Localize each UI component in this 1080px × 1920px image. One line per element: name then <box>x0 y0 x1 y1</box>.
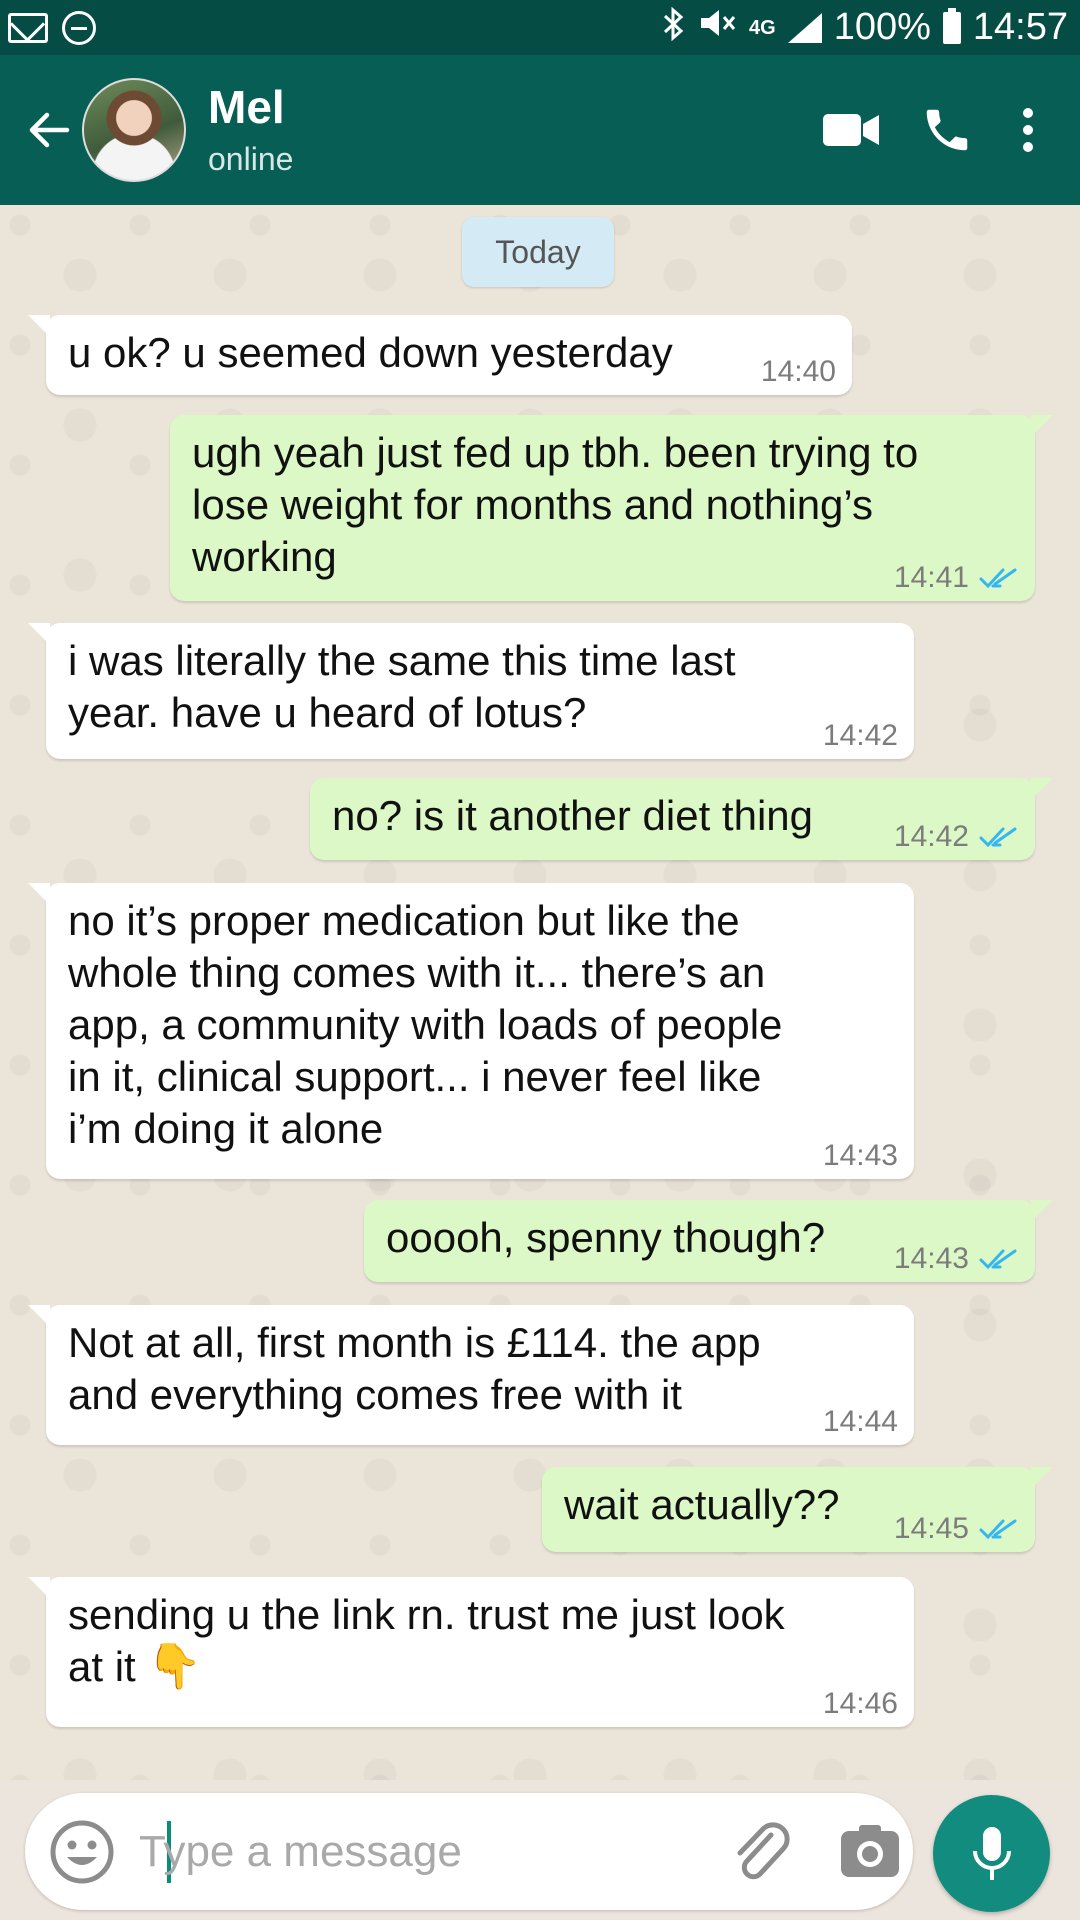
message-meta: 14:46 <box>823 1689 898 1719</box>
voice-call-button[interactable] <box>902 85 992 175</box>
message-outgoing[interactable]: ugh yeah just fed up tbh. been trying to… <box>170 415 1053 601</box>
signal-icon <box>787 12 822 43</box>
message-time: 14:43 <box>822 1139 898 1172</box>
message-incoming[interactable]: u ok? u seemed down yesterday 14:40 <box>28 315 852 395</box>
avatar[interactable] <box>82 78 186 182</box>
message-meta: 14:42 <box>823 721 898 751</box>
message-time: 14:40 <box>760 355 836 388</box>
message-text: i was literally the same this time last … <box>68 637 736 736</box>
message-incoming[interactable]: no it’s proper medication but like the w… <box>28 883 914 1179</box>
message-meta: 14:42 <box>894 822 1019 852</box>
message-outgoing[interactable]: no? is it another diet thing 14:42 <box>310 778 1053 860</box>
video-call-icon <box>823 114 879 146</box>
chat-area[interactable]: Today u ok? u seemed down yesterday 14:4… <box>0 205 1080 1780</box>
message-time: 14:44 <box>822 1405 898 1438</box>
message-time: 14:45 <box>893 1512 969 1545</box>
back-arrow-icon <box>29 112 70 148</box>
message-meta: 14:43 <box>894 1244 1019 1274</box>
battery-icon <box>942 7 961 44</box>
phone-icon <box>926 109 968 151</box>
double-tick-read-icon <box>979 827 1017 848</box>
battery-percent: 100% <box>833 6 931 48</box>
network-type: 4G <box>749 16 776 39</box>
status-bar: 4G 100% 14:57 <box>0 0 1080 55</box>
voice-message-button[interactable] <box>933 1795 1050 1912</box>
message-text: ugh yeah just fed up tbh. been trying to… <box>192 429 919 580</box>
double-tick-read-icon <box>979 1519 1017 1540</box>
mail-icon <box>8 12 48 43</box>
camera-icon[interactable] <box>837 1819 903 1885</box>
do-not-disturb-icon <box>62 10 96 45</box>
message-meta: 14:44 <box>823 1407 898 1437</box>
message-text: u ok? u seemed down yesterday <box>68 329 673 376</box>
more-options-button[interactable] <box>998 85 1058 175</box>
attach-icon[interactable] <box>725 1817 797 1889</box>
chat-header: Mel online <box>0 55 1080 205</box>
pointing-down-emoji: 👇 <box>147 1642 203 1691</box>
contact-name: Mel <box>208 81 285 134</box>
message-outgoing[interactable]: ooooh, spenny though? 14:43 <box>364 1200 1053 1282</box>
back-button[interactable] <box>14 95 84 165</box>
message-text: ooooh, spenny though? <box>386 1214 826 1261</box>
contact-status: online <box>208 140 294 177</box>
message-input[interactable] <box>139 1819 699 1885</box>
mic-icon <box>972 1826 1011 1880</box>
message-incoming[interactable]: Not at all, first month is £114. the app… <box>28 1305 914 1445</box>
double-tick-read-icon <box>979 568 1017 589</box>
message-meta: 14:45 <box>894 1514 1019 1544</box>
message-text: sending u the link rn. trust me just loo… <box>68 1589 785 1693</box>
message-text: Not at all, first month is £114. the app… <box>68 1319 761 1418</box>
emoji-icon[interactable] <box>47 1817 117 1887</box>
more-vert-icon <box>1023 108 1033 152</box>
message-meta: 14:43 <box>823 1141 898 1171</box>
video-call-button[interactable] <box>806 85 896 175</box>
message-meta: 14:41 <box>894 563 1019 593</box>
mute-icon <box>697 6 737 50</box>
contact-info[interactable]: Mel online <box>208 82 806 178</box>
message-incoming[interactable]: sending u the link rn. trust me just loo… <box>28 1577 914 1727</box>
status-bar-right: 4G 100% 14:57 <box>661 6 1068 50</box>
message-composer <box>25 1793 913 1910</box>
message-outgoing[interactable]: wait actually?? 14:45 <box>542 1467 1053 1552</box>
status-bar-left <box>8 10 96 45</box>
message-time: 14:41 <box>893 561 969 594</box>
message-time: 14:42 <box>822 719 898 752</box>
message-text: no it’s proper medication but like the w… <box>68 897 783 1152</box>
message-time: 14:43 <box>893 1242 969 1275</box>
message-meta: 14:40 <box>761 357 836 387</box>
date-divider: Today <box>462 217 614 287</box>
bluetooth-icon <box>661 6 685 49</box>
message-time: 14:42 <box>893 820 969 853</box>
message-text: wait actually?? <box>564 1481 840 1528</box>
message-text: no? is it another diet thing <box>332 792 813 839</box>
message-time: 14:46 <box>822 1687 898 1720</box>
double-tick-read-icon <box>979 1249 1017 1270</box>
clock: 14:57 <box>972 6 1068 48</box>
message-incoming[interactable]: i was literally the same this time last … <box>28 623 914 759</box>
